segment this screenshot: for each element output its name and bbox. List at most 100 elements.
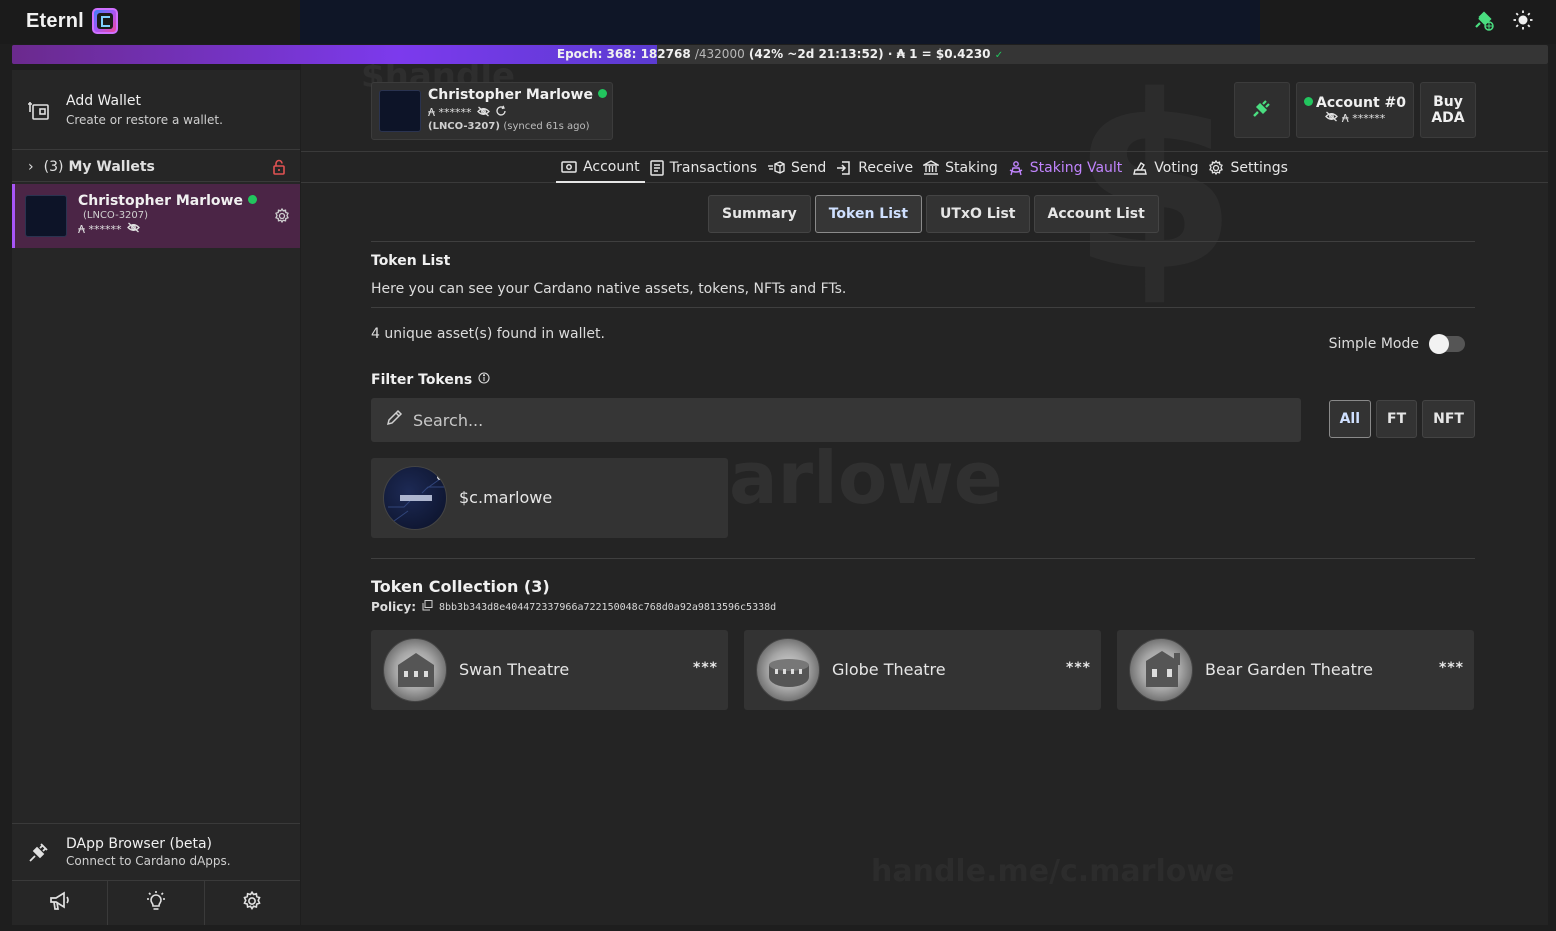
asset-count-row: 4 unique asset(s) found in wallet. Simpl…: [371, 308, 1475, 372]
tab-label: Receive: [858, 160, 914, 176]
account-icon: [561, 161, 577, 173]
collection-token-name: Bear Garden Theatre: [1205, 660, 1373, 679]
tab-label: Staking: [945, 160, 998, 176]
simple-mode-label: Simple Mode: [1328, 336, 1419, 352]
account-balance: ₳ ******: [1341, 111, 1386, 125]
epoch-progress-text: (42% ~2d 21:13:52): [748, 47, 884, 61]
my-wallets-group[interactable]: › (3) My Wallets: [12, 152, 300, 182]
swan-theatre-image: [383, 638, 447, 702]
tab-staking-vault[interactable]: Staking Vault: [1003, 153, 1127, 183]
dapp-browser-button[interactable]: DApp Browser (beta) Connect to Cardano d…: [12, 823, 300, 879]
info-icon[interactable]: [478, 372, 490, 388]
token-list-title: Token List: [371, 253, 451, 269]
announcements-button[interactable]: [12, 881, 109, 925]
token-quantity: ***: [1439, 660, 1464, 676]
account-subtabs: Summary Token List UTxO List Account Lis…: [708, 195, 1159, 233]
subtab-summary[interactable]: Summary: [708, 195, 811, 233]
tab-settings[interactable]: Settings: [1203, 153, 1292, 183]
tab-label: Transactions: [669, 160, 757, 176]
megaphone-icon: [49, 891, 71, 915]
wallet-id: (LNCO-3207): [428, 121, 500, 132]
my-wallets-count: (3): [43, 158, 64, 175]
globe-theatre-image: [756, 638, 820, 702]
filter-tokens-heading: Filter Tokens: [371, 372, 1475, 388]
price-trend-icon: ✓: [994, 50, 1004, 61]
token-search-input[interactable]: [413, 410, 1273, 430]
dapp-browser-subtitle: Connect to Cardano dApps.: [66, 853, 231, 868]
account-header: Christopher Marlowe ₳ ****** (LNCO-3207)…: [301, 70, 1548, 152]
handle-token-card[interactable]: $c.marlowe: [371, 458, 728, 538]
collection-token-card[interactable]: Globe Theatre ***: [744, 630, 1101, 710]
filter-all-button[interactable]: All: [1328, 400, 1372, 438]
network-plug-icon[interactable]: [1472, 9, 1494, 31]
wallet-settings-gear-icon[interactable]: [274, 207, 290, 228]
filter-nft-button[interactable]: NFT: [1422, 400, 1475, 438]
bear-garden-theatre-image: [1129, 638, 1193, 702]
sync-icon[interactable]: [495, 105, 507, 120]
ada-price: · ₳ 1 = $0.4230: [887, 47, 991, 61]
dapp-connect-button[interactable]: [1234, 82, 1290, 138]
my-wallets-label: My Wallets: [68, 158, 155, 175]
bank-icon: [923, 160, 940, 175]
tab-receive[interactable]: Receive: [831, 153, 918, 183]
dapp-browser-title: DApp Browser (beta): [66, 835, 213, 852]
token-type-filters: All FT NFT: [1328, 400, 1475, 438]
wallet-avatar: [25, 195, 67, 237]
collection-title: Token Collection (3): [371, 577, 550, 596]
eye-slash-icon[interactable]: [126, 222, 140, 236]
sidebar-wallet-item[interactable]: Christopher Marlowe (LNCO-3207) ₳ ******: [12, 184, 300, 248]
simple-mode-toggle[interactable]: [1429, 334, 1465, 354]
add-wallet-button[interactable]: Add Wallet Create or restore a wallet.: [12, 70, 300, 150]
add-wallet-title: Add Wallet: [66, 92, 141, 109]
copy-icon[interactable]: [422, 600, 433, 614]
lock-icon[interactable]: [272, 159, 286, 179]
subtab-account-list[interactable]: Account List: [1033, 195, 1159, 233]
plug-icon: [12, 840, 66, 864]
app-logo[interactable]: Eternl: [26, 8, 118, 34]
asset-count: 4 unique asset(s) found in wallet.: [371, 326, 605, 342]
token-search-box[interactable]: [371, 398, 1301, 442]
current-wallet-card[interactable]: Christopher Marlowe ₳ ****** (LNCO-3207)…: [371, 82, 613, 140]
sidebar-footer: [12, 880, 300, 925]
gear-icon: [1209, 160, 1224, 176]
tab-transactions[interactable]: Transactions: [645, 153, 762, 183]
filter-tokens-label: Filter Tokens: [371, 372, 473, 388]
tab-label: Settings: [1230, 160, 1288, 176]
filter-ft-button[interactable]: FT: [1376, 400, 1418, 438]
tab-account[interactable]: Account: [556, 153, 645, 183]
epoch-label: Epoch: 368: 182768: [556, 47, 691, 61]
subtab-utxo-list[interactable]: UTxO List: [926, 195, 1030, 233]
top-bar-center: [300, 0, 1260, 44]
collection-token-card[interactable]: Swan Theatre ***: [371, 630, 728, 710]
policy-id: 8bb3b343d8e404472337966a722150048c768d0a…: [439, 601, 777, 613]
online-status-dot: [597, 89, 607, 98]
tab-voting[interactable]: Voting: [1127, 153, 1203, 183]
theme-sun-icon[interactable]: [1512, 9, 1534, 31]
buy-ada-button[interactable]: Buy ADA: [1420, 82, 1476, 138]
online-status-dot: [247, 195, 257, 204]
sync-status: (synced 61s ago): [503, 121, 590, 132]
tips-button[interactable]: [108, 881, 205, 925]
sidebar: Add Wallet Create or restore a wallet. ›…: [12, 70, 300, 925]
online-status-dot: [1303, 97, 1313, 106]
main-panel: $handle $ c.marlowe handle.me/c.marlowe …: [301, 64, 1548, 925]
add-wallet-icon: [12, 98, 66, 122]
epoch-progress-bar: Epoch: 368: 182768 /432000 (42% ~2d 21:1…: [12, 45, 1548, 64]
eye-slash-icon[interactable]: [476, 106, 490, 120]
tab-send[interactable]: Send: [762, 153, 831, 183]
wallet-name: Christopher Marlowe: [428, 87, 593, 103]
epoch-total: /432000: [694, 47, 745, 61]
policy-row: Policy: 8bb3b343d8e404472337966a72215004…: [371, 600, 1475, 614]
account-selector-button[interactable]: Account #0 ₳ ******: [1296, 82, 1414, 138]
plug-icon: [1251, 97, 1273, 123]
tab-staking[interactable]: Staking: [918, 153, 1003, 183]
tab-label: Voting: [1154, 160, 1199, 176]
wallet-balance: ₳ ******: [428, 106, 472, 119]
buy-ada-line1: Buy: [1433, 94, 1463, 110]
collection-token-card[interactable]: Bear Garden Theatre ***: [1117, 630, 1474, 710]
subtab-token-list[interactable]: Token List: [814, 195, 923, 233]
watermark-url: handle.me/c.marlowe: [871, 854, 1235, 889]
app-settings-button[interactable]: [205, 881, 300, 925]
wallet-balance: ₳ ******: [78, 222, 122, 236]
gear-icon: [242, 890, 262, 915]
